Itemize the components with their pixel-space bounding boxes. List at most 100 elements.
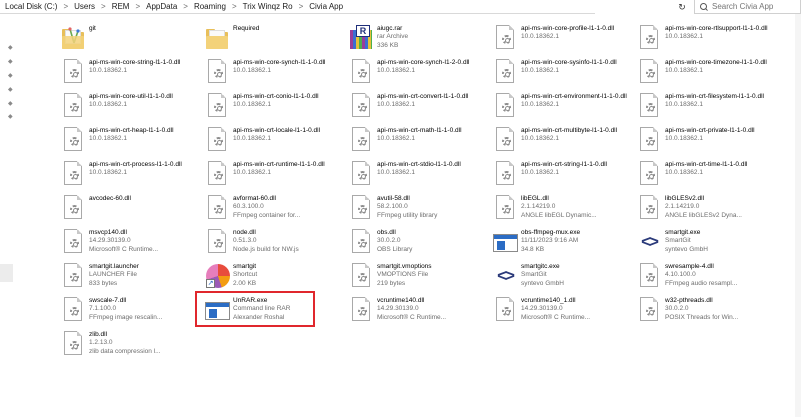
breadcrumb[interactable]: Local Disk (C:) > Users > REM > AppData > Roamin… — [0, 0, 595, 14]
file-details: api-ms-win-crt-heap-l1-1-0.dll 10.0.18362… — [89, 127, 199, 144]
file-details: obs.dll 30.0.2.0 OBS Library — [377, 229, 487, 254]
breadcrumb-item[interactable]: Users — [73, 2, 96, 11]
dll-file-icon — [636, 23, 662, 53]
file-item[interactable]: Raiugc.rar rar Archive 336 KB — [348, 21, 492, 55]
file-item[interactable]: <> smartgit.exe SmartGit syntevo GmbH — [636, 225, 780, 259]
file-item[interactable]: swscale-7.dll 7.1.100.0 FFmpeg image resca… — [60, 293, 204, 327]
git-folder-icon — [60, 23, 86, 53]
file-item[interactable]: api-ms-win-crt-math-l1-1-0.dll 10.0.18362… — [348, 123, 492, 157]
file-item[interactable]: ↗ smartgit Shortcut 2.00 KB — [204, 259, 348, 293]
file-item[interactable]: node.dll 0.51.3.0 Node.js build for NW.js — [204, 225, 348, 259]
pin-icon[interactable]: ◆ — [8, 87, 14, 93]
file-item[interactable]: libEGL.dll 2.1.14219.0 ANGLE libEGL Dynami… — [492, 191, 636, 225]
file-item[interactable]: api-ms-win-core-rtlsupport-l1-1-0.dll 10.… — [636, 21, 780, 55]
file-size: Microsoft® C Runtime... — [89, 245, 159, 253]
file-name: api-ms-win-core-sysinfo-l1-1-0.dll — [521, 59, 617, 66]
file-item[interactable]: obs.dll 30.0.2.0 OBS Library — [348, 225, 492, 259]
file-item[interactable]: smartgit.vmoptions VMOPTIONS File 219 byte… — [348, 259, 492, 293]
pin-icon[interactable]: ◆ — [8, 101, 14, 107]
file-item[interactable]: avutil-58.dll 58.2.100.0 FFmpeg utility li… — [348, 191, 492, 225]
file-item[interactable]: swresample-4.dll 4.10.100.0 FFmpeg audio r… — [636, 259, 780, 293]
file-name: avformat-60.dll — [233, 195, 276, 202]
file-name: smartgit — [233, 263, 257, 270]
dll-file-icon — [492, 57, 518, 87]
file-item[interactable]: <> smartgitc.exe SmartGit syntevo GmbH — [492, 259, 636, 293]
file-item[interactable]: api-ms-win-crt-multibyte-l1-1-0.dll 10.0.… — [492, 123, 636, 157]
dll-file-icon — [348, 125, 374, 155]
file-type: 58.2.100.0 — [377, 203, 408, 211]
search-input[interactable] — [712, 2, 798, 11]
file-item[interactable]: api-ms-win-crt-convert-l1-1-0.dll 10.0.18… — [348, 89, 492, 123]
file-item[interactable]: avformat-60.dll 60.3.100.0 FFmpeg containe… — [204, 191, 348, 225]
file-item[interactable]: api-ms-win-core-synch-l1-1-0.dll 10.0.183… — [204, 55, 348, 89]
file-name: api-ms-win-core-synch-l1-1-0.dll — [233, 59, 326, 66]
file-item[interactable]: w32-pthreads.dll 30.0.2.0 POSIX Threads fo… — [636, 293, 780, 327]
pin-icon[interactable]: ◆ — [8, 73, 14, 79]
search-box[interactable] — [694, 0, 801, 14]
file-item[interactable]: api-ms-win-core-timezone-l1-1-0.dll 10.0.… — [636, 55, 780, 89]
file-details: smartgit.exe SmartGit syntevo GmbH — [665, 229, 775, 254]
pin-icon[interactable]: ◆ — [8, 45, 14, 51]
file-item[interactable]: zlib.dll 1.2.13.0 zlib data compression l.… — [60, 327, 204, 361]
file-details: swscale-7.dll 7.1.100.0 FFmpeg image resca… — [89, 297, 199, 322]
file-item[interactable]: smartgit.launcher LAUNCHER File 833 bytes — [60, 259, 204, 293]
file-item[interactable]: api-ms-win-core-sysinfo-l1-1-0.dll 10.0.1… — [492, 55, 636, 89]
file-item[interactable]: git — [60, 21, 204, 55]
breadcrumb-item[interactable]: Civia App — [308, 2, 344, 11]
file-item[interactable]: api-ms-win-crt-conio-l1-1-0.dll 10.0.1836… — [204, 89, 348, 123]
file-item[interactable]: api-ms-win-core-synch-l1-2-0.dll 10.0.183… — [348, 55, 492, 89]
refresh-button[interactable]: ↻ — [675, 1, 689, 13]
file-type: rar Archive — [377, 33, 409, 41]
file-type: 10.0.18362.1 — [521, 101, 559, 109]
file-item[interactable]: api-ms-win-crt-filesystem-l1-1-0.dll 10.0… — [636, 89, 780, 123]
file-name: api-ms-win-crt-convert-l1-1-0.dll — [377, 93, 469, 100]
file-item[interactable]: vcruntime140_1.dll 14.29.30139.0 Microsoft… — [492, 293, 636, 327]
file-size: FFmpeg image rescalin... — [89, 313, 163, 321]
file-item[interactable]: api-ms-win-core-util-l1-1-0.dll 10.0.1836… — [60, 89, 204, 123]
vertical-scrollbar[interactable] — [795, 14, 801, 417]
file-name: api-ms-win-crt-locale-l1-1-0.dll — [233, 127, 321, 134]
file-item[interactable]: api-ms-win-crt-environment-l1-1-0.dll 10.… — [492, 89, 636, 123]
file-item[interactable]: libGLESv2.dll 2.1.14219.0 ANGLE libGLESv2 … — [636, 191, 780, 225]
file-item[interactable]: api-ms-win-core-string-l1-1-0.dll 10.0.18… — [60, 55, 204, 89]
file-item[interactable]: vcruntime140.dll 14.29.30139.0 Microsoft® … — [348, 293, 492, 327]
file-item[interactable]: obs-ffmpeg-mux.exe 11/11/2023 9:16 AM 34.8… — [492, 225, 636, 259]
file-details: api-ms-win-core-synch-l1-1-0.dll 10.0.183… — [233, 59, 343, 76]
file-size: 2.00 KB — [233, 279, 257, 287]
file-item[interactable]: api-ms-win-crt-heap-l1-1-0.dll 10.0.18362… — [60, 123, 204, 157]
file-item[interactable]: api-ms-win-crt-private-l1-1-0.dll 10.0.18… — [636, 123, 780, 157]
file-type: 10.0.18362.1 — [377, 169, 415, 177]
nav-pane-scroll-thumb[interactable] — [0, 264, 13, 282]
pin-icon[interactable]: ◆ — [8, 114, 14, 120]
file-details: api-ms-win-core-timezone-l1-1-0.dll 10.0.… — [665, 59, 775, 76]
file-type: 30.0.2.0 — [665, 305, 689, 313]
breadcrumb-item[interactable]: REM — [111, 2, 131, 11]
dll-file-icon — [636, 91, 662, 121]
file-item[interactable]: Required — [204, 21, 348, 55]
file-item[interactable]: api-ms-win-crt-stdio-l1-1-0.dll 10.0.1836… — [348, 157, 492, 191]
breadcrumb-item[interactable]: Roaming — [193, 2, 227, 11]
breadcrumb-item[interactable]: Local Disk (C:) — [4, 2, 58, 11]
file-name: swscale-7.dll — [89, 297, 127, 304]
file-item[interactable]: api-ms-win-crt-process-l1-1-0.dll 10.0.18… — [60, 157, 204, 191]
file-item[interactable]: avcodec-60.dll — [60, 191, 204, 225]
file-item[interactable]: api-ms-win-core-profile-l1-1-0.dll 10.0.1… — [492, 21, 636, 55]
file-type: 10.0.18362.1 — [377, 67, 415, 75]
exe-window-icon — [204, 295, 230, 325]
file-size: OBS Library — [377, 245, 413, 253]
file-size: syntevo GmbH — [521, 279, 564, 287]
file-item[interactable]: api-ms-win-crt-string-l1-1-0.dll 10.0.183… — [492, 157, 636, 191]
file-type: 10.0.18362.1 — [665, 101, 703, 109]
file-name: api-ms-win-crt-conio-l1-1-0.dll — [233, 93, 319, 100]
file-type: 11/11/2023 9:16 AM — [521, 237, 579, 245]
breadcrumb-item[interactable]: Trix Winqz Ro — [242, 2, 294, 11]
file-item[interactable]: api-ms-win-crt-time-l1-1-0.dll 10.0.18362… — [636, 157, 780, 191]
file-item[interactable]: msvcp140.dll 14.29.30139.0 Microsoft® C Ru… — [60, 225, 204, 259]
breadcrumb-item[interactable]: AppData — [145, 2, 178, 11]
file-item[interactable]: api-ms-win-crt-locale-l1-1-0.dll 10.0.183… — [204, 123, 348, 157]
pin-icon[interactable]: ◆ — [8, 59, 14, 65]
file-item[interactable]: UnRAR.exe Command line RAR Alexander Rosha… — [204, 293, 348, 327]
file-name: api-ms-win-crt-stdio-l1-1-0.dll — [377, 161, 461, 168]
dll-file-icon — [60, 329, 86, 359]
file-item[interactable]: api-ms-win-crt-runtime-l1-1-0.dll 10.0.18… — [204, 157, 348, 191]
